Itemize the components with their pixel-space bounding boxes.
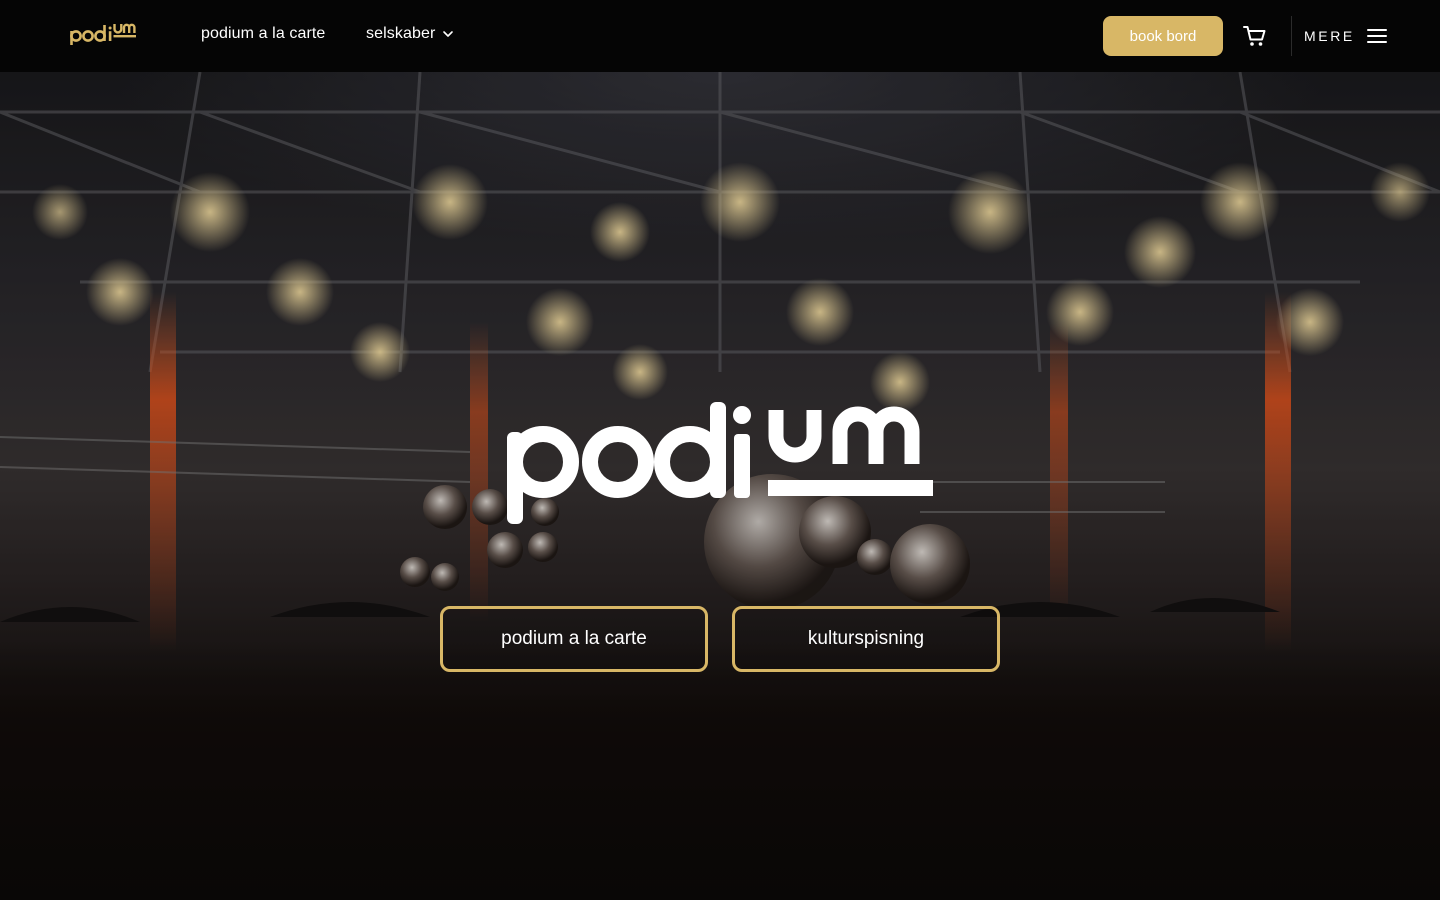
header-divider — [1291, 16, 1292, 56]
chevron-down-icon — [443, 31, 454, 37]
podium-logo-mark — [70, 23, 136, 45]
podium-logo[interactable] — [70, 22, 140, 46]
nav-link-a-la-carte[interactable]: podium a la carte — [201, 25, 325, 43]
cart-icon — [1243, 26, 1266, 46]
hero-logo-mark — [507, 402, 933, 524]
more-menu-label: MERE — [1304, 28, 1355, 44]
hero-section: podium a la carte kulturspisning — [0, 72, 1440, 900]
book-table-button[interactable]: book bord — [1103, 16, 1223, 56]
hamburger-icon — [1366, 27, 1387, 45]
top-navigation-bar: podium a la carte selskaber book bord ME… — [0, 0, 1440, 72]
more-menu-button[interactable]: MERE — [1304, 24, 1387, 48]
cart-button[interactable] — [1242, 24, 1268, 48]
nav-link-selskaber[interactable]: selskaber — [366, 25, 455, 43]
hero-a-la-carte-button[interactable]: podium a la carte — [440, 606, 708, 672]
hero-podium-logo — [500, 402, 940, 527]
nav-link-selskaber-label: selskaber — [366, 25, 436, 42]
hero-kulturspisning-button[interactable]: kulturspisning — [732, 606, 1000, 672]
